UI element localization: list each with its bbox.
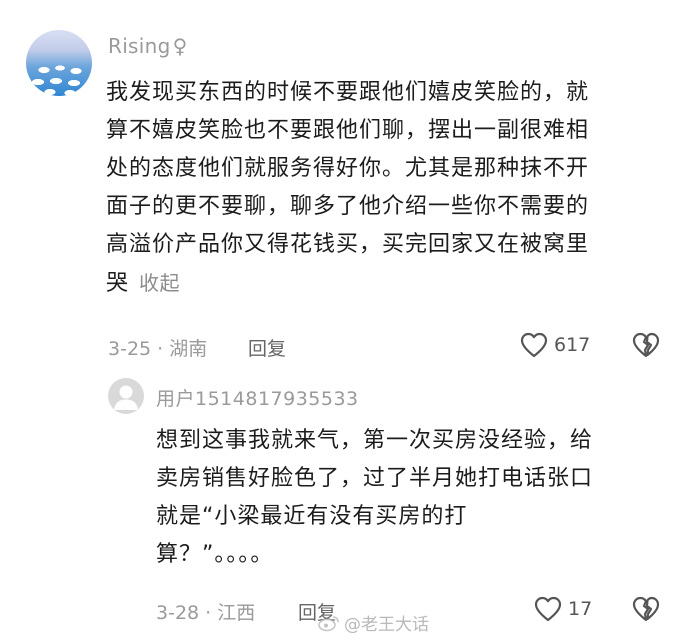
- broken-heart-icon: [632, 332, 660, 358]
- reply-line: 卖房销售好脸色了，过了半月她打电话张口: [156, 466, 594, 491]
- like-count: 17: [568, 598, 593, 620]
- reply-button[interactable]: 回复: [248, 334, 286, 361]
- dislike-button[interactable]: [632, 596, 660, 626]
- username[interactable]: 用户1514817935533: [156, 384, 359, 411]
- avatar[interactable]: [26, 30, 92, 96]
- comment-text: 我发现买东西的时候不要跟他们嬉皮笑脸的，就 算不嬉皮笑脸也不要跟他们聊，摆出一副…: [106, 74, 666, 303]
- like-count: 617: [554, 334, 591, 356]
- default-user-icon: [114, 385, 138, 410]
- female-icon: ♀: [172, 34, 188, 58]
- comment-line: 面子的更不要聊，聊多了他介绍一些你不需要的: [106, 194, 590, 219]
- collapse-button[interactable]: 收起: [139, 271, 180, 295]
- comment-meta: 3-25 · 湖南: [108, 338, 208, 360]
- reply-line: 就是“小梁最近有没有买房的打: [156, 504, 468, 529]
- comment-line: 处的态度他们就服务得好你。尤其是那种抹不开: [106, 156, 590, 181]
- reply-line: 算？”。。。。: [156, 542, 274, 567]
- like-button[interactable]: 617: [520, 332, 590, 358]
- comment-line-last: 哭收起: [106, 264, 666, 303]
- weibo-logo-icon: [318, 615, 339, 631]
- comment-line: 我发现买东西的时候不要跟他们嬉皮笑脸的，就: [106, 80, 590, 105]
- comment-line-text: 哭: [106, 271, 130, 296]
- comment-line: 算不嬉皮笑脸也不要跟他们聊，摆出一副很难相: [106, 118, 590, 143]
- reply-line: 想到这事我就来气，第一次买房没经验，给: [156, 428, 594, 453]
- username[interactable]: Rising ♀: [108, 34, 188, 58]
- reply-text: 想到这事我就来气，第一次买房没经验，给 卖房销售好脸色了，过了半月她打电话张口 …: [156, 422, 676, 574]
- heart-outline-icon: [534, 596, 562, 622]
- heart-outline-icon: [520, 332, 548, 358]
- avatar[interactable]: [108, 378, 144, 414]
- watermark: @老王大话: [318, 610, 429, 635]
- broken-heart-icon: [632, 596, 660, 622]
- watermark-text: @老王大话: [344, 615, 429, 635]
- reply-meta: 3-28 · 江西: [156, 602, 256, 624]
- username-text[interactable]: Rising: [108, 34, 171, 58]
- dislike-button[interactable]: [632, 332, 660, 362]
- like-button[interactable]: 17: [534, 596, 592, 622]
- comment-line: 高溢价产品你又得花钱买，买完回家又在被窝里: [106, 232, 590, 257]
